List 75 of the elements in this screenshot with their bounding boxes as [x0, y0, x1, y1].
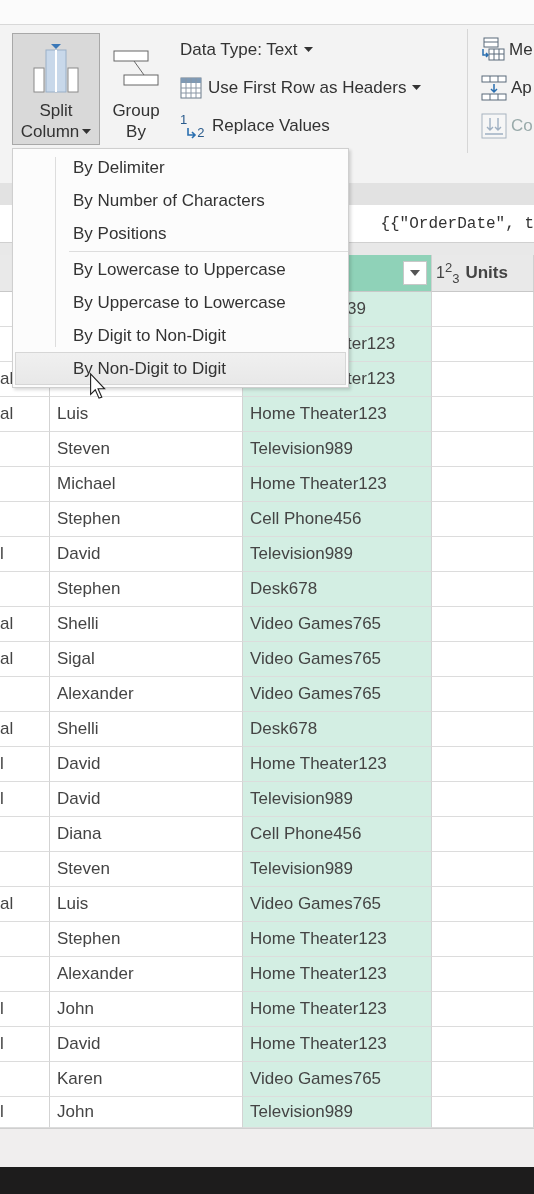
table-cell: Diana	[50, 817, 243, 852]
table-cell: Video Games765	[243, 607, 432, 642]
ribbon-command[interactable]: 1 2 Replace Values	[180, 109, 462, 143]
table-cell: Stephen	[50, 502, 243, 537]
table-cell: Cell Phone456	[243, 502, 432, 537]
table-cell: Television989	[243, 432, 432, 467]
ribbon-command[interactable]: Use First Row as Headers	[180, 71, 462, 105]
menu-item[interactable]: By Number of Characters	[15, 184, 346, 217]
table-cell: John	[50, 1097, 243, 1128]
table-cell: David	[50, 747, 243, 782]
table-cell: Luis	[50, 887, 243, 922]
table-cell: l	[0, 747, 50, 782]
table-cell: Television989	[243, 537, 432, 572]
table-cell: Stephen	[50, 572, 243, 607]
table-cell: Home Theater123	[243, 747, 432, 782]
table-cell: al	[0, 607, 50, 642]
table-cell: Karen	[50, 1062, 243, 1097]
table-cell: l	[0, 782, 50, 817]
table-cell: l	[0, 1027, 50, 1062]
table-cell: Luis	[50, 397, 243, 432]
append-queries-icon	[481, 75, 507, 101]
table-cell: David	[50, 1027, 243, 1062]
table-cell: Home Theater123	[243, 922, 432, 957]
table-cell: l	[0, 537, 50, 572]
table-cell: Television989	[243, 782, 432, 817]
caret-icon	[410, 270, 420, 276]
menu-item[interactable]: By Non-Digit to Digit	[15, 352, 346, 385]
table-cell: Video Games765	[243, 887, 432, 922]
table-cell: Desk678	[243, 712, 432, 747]
table-cell: Home Theater123	[243, 1027, 432, 1062]
table-cell: Video Games765	[243, 1062, 432, 1097]
table-cell: Steven	[50, 432, 243, 467]
table-cell: Shelli	[50, 607, 243, 642]
ribbon-command[interactable]: Me	[481, 33, 533, 67]
menu-item[interactable]: By Delimiter	[15, 151, 346, 184]
table-cell: Shelli	[50, 712, 243, 747]
table-cell: Home Theater123	[243, 467, 432, 502]
table-cell: Michael	[50, 467, 243, 502]
filter-dropdown-button[interactable]	[403, 261, 427, 285]
table-cell: Home Theater123	[243, 957, 432, 992]
table-cell: Television989	[243, 852, 432, 887]
menu-item[interactable]: By Lowercase to Uppercase	[15, 253, 346, 286]
combine-files-icon	[481, 113, 507, 139]
group-by-icon	[112, 49, 160, 89]
table-cell: Video Games765	[243, 677, 432, 712]
table-cell: Home Theater123	[243, 992, 432, 1027]
table-cell: l	[0, 992, 50, 1027]
ribbon-command[interactable]: Ap	[481, 71, 533, 105]
table-icon	[180, 77, 202, 99]
table-cell: al	[0, 887, 50, 922]
table-cell: John	[50, 992, 243, 1027]
table-cell: al	[0, 712, 50, 747]
table-cell: Steven	[50, 852, 243, 887]
table-cell: Desk678	[243, 572, 432, 607]
group-by-button[interactable]: Group By	[105, 33, 167, 145]
table-cell: Sigal	[50, 642, 243, 677]
column-header[interactable]: 1$^{2}$$_{3}$ Units	[432, 255, 534, 292]
formula-text: {{"OrderDate", t	[380, 214, 534, 233]
table-cell: l	[0, 1097, 50, 1128]
table-cell: al	[0, 397, 50, 432]
table-cell: Video Games765	[243, 642, 432, 677]
split-column-icon	[32, 44, 80, 94]
table-cell: al	[0, 642, 50, 677]
table-cell: Stephen	[50, 922, 243, 957]
merge-queries-icon	[481, 37, 505, 63]
split-column-button[interactable]: Split Column	[12, 33, 100, 145]
table-cell: Alexander	[50, 677, 243, 712]
menu-item[interactable]: By Positions	[15, 217, 346, 250]
table-cell: Alexander	[50, 957, 243, 992]
table-cell: Television989	[243, 1097, 432, 1128]
table-cell: Home Theater123	[243, 397, 432, 432]
table-cell: David	[50, 782, 243, 817]
table-cell: Cell Phone456	[243, 817, 432, 852]
table-cell: David	[50, 537, 243, 572]
ribbon-command[interactable]: Data Type: Text	[180, 33, 462, 67]
